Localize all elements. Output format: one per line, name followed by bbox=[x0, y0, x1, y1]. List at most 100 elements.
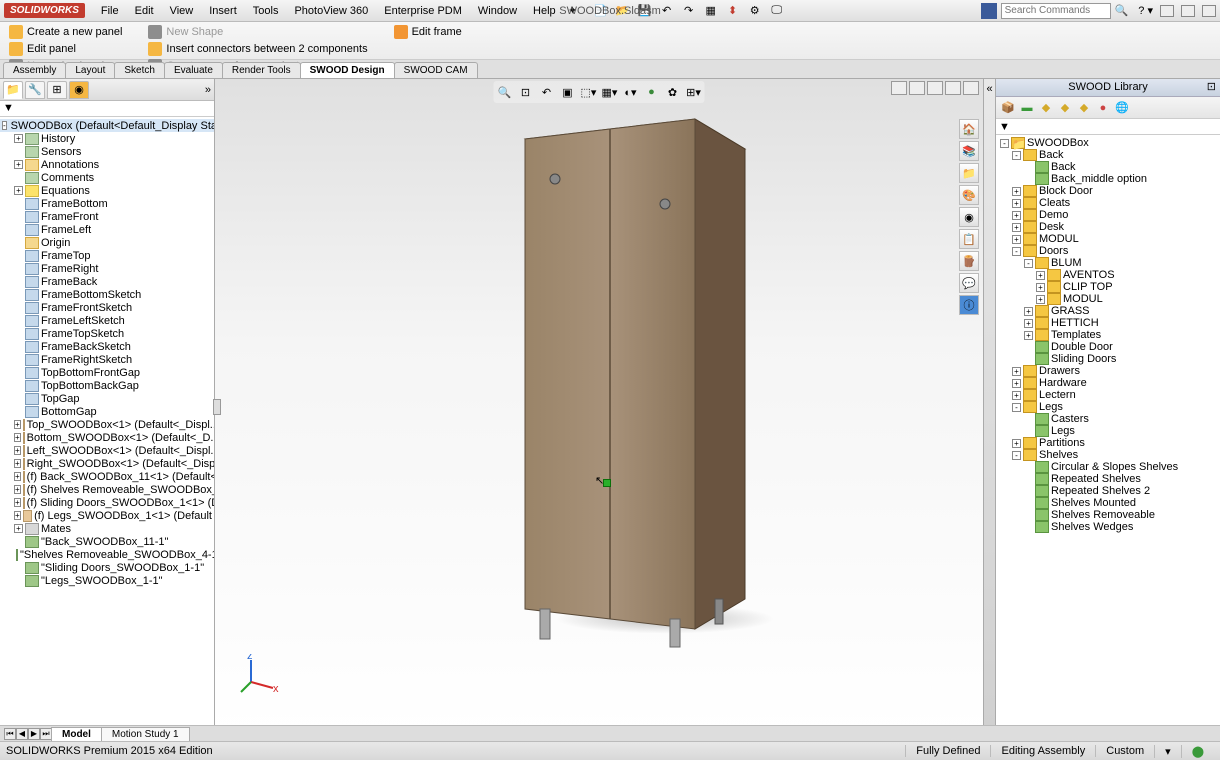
lib-swoodbox1-icon[interactable]: ◆ bbox=[1038, 100, 1054, 116]
cabinet-model[interactable] bbox=[495, 109, 765, 649]
expand-icon[interactable]: - bbox=[1012, 151, 1021, 160]
status-flag-icon[interactable]: ▾ bbox=[1154, 745, 1181, 758]
expand-icon[interactable]: - bbox=[1012, 451, 1021, 460]
tree-node[interactable]: +(f) Back_SWOODBox_11<1> (Default< bbox=[0, 470, 214, 483]
bottom-tab-motion-study-1[interactable]: Motion Study 1 bbox=[101, 727, 190, 742]
library-node[interactable]: -Shelves bbox=[996, 449, 1220, 461]
tree-node[interactable]: +History bbox=[0, 132, 214, 145]
tree-node[interactable]: "Back_SWOODBox_11-1" bbox=[0, 535, 214, 548]
swood-pane-icon[interactable]: 🪵 bbox=[959, 251, 979, 271]
library-node[interactable]: +Desk bbox=[996, 221, 1220, 233]
file-explorer-icon[interactable]: 📁 bbox=[959, 163, 979, 183]
expand-icon[interactable]: + bbox=[1012, 379, 1021, 388]
tree-node[interactable]: +Top_SWOODBox<1> (Default<_Displ... bbox=[0, 418, 214, 431]
tree-node[interactable]: "Shelves Removeable_SWOODBox_4-1" bbox=[0, 548, 214, 561]
view-settings-icon[interactable]: ⊞▾ bbox=[685, 83, 703, 101]
extra-pane-icon[interactable]: ⓘ bbox=[959, 295, 979, 315]
library-node[interactable]: +Templates bbox=[996, 329, 1220, 341]
cmd-edit-panel[interactable]: Edit panel bbox=[6, 41, 125, 57]
library-node[interactable]: +Lectern bbox=[996, 389, 1220, 401]
prev-view-icon[interactable]: ↶ bbox=[538, 83, 556, 101]
menu-file[interactable]: File bbox=[93, 3, 127, 19]
scene-icon[interactable]: ✿ bbox=[664, 83, 682, 101]
expand-icon[interactable]: + bbox=[1024, 307, 1033, 316]
view-triad[interactable]: z x bbox=[239, 654, 279, 694]
lib-swoodbox3-icon[interactable]: ◆ bbox=[1076, 100, 1092, 116]
tree-root-node[interactable]: - SWOODBox (Default<Default_Display Stat… bbox=[0, 119, 214, 132]
expand-icon[interactable]: - bbox=[1012, 403, 1021, 412]
expand-icon[interactable]: + bbox=[1012, 199, 1021, 208]
library-collapse-handle[interactable]: « bbox=[983, 79, 995, 734]
tree-node[interactable]: FrameRightSketch bbox=[0, 353, 214, 366]
status-rebuild-icon[interactable]: ⬤ bbox=[1181, 745, 1214, 758]
tree-node[interactable]: FrameLeft bbox=[0, 223, 214, 236]
tree-node[interactable]: +(f) Shelves Removeable_SWOODBox_4<1> (D… bbox=[0, 483, 214, 496]
expand-icon[interactable]: + bbox=[1012, 367, 1021, 376]
expand-icon[interactable]: + bbox=[1036, 271, 1045, 280]
display-manager-tab-icon[interactable]: ◉ bbox=[69, 81, 89, 99]
tree-node[interactable]: FrameRight bbox=[0, 262, 214, 275]
expand-icon[interactable]: + bbox=[1012, 235, 1021, 244]
lib-swoodbox2-icon[interactable]: ◆ bbox=[1057, 100, 1073, 116]
expand-icon[interactable]: + bbox=[1012, 391, 1021, 400]
library-node[interactable]: +HETTICH bbox=[996, 317, 1220, 329]
tree-node[interactable]: +(f) Sliding Doors_SWOODBox_1<1> (Defaul… bbox=[0, 496, 214, 509]
library-node[interactable]: Back_middle option bbox=[996, 173, 1220, 185]
tree-node[interactable]: +Mates bbox=[0, 522, 214, 535]
tree-node[interactable]: TopBottomBackGap bbox=[0, 379, 214, 392]
undo-icon[interactable]: ↷ bbox=[680, 2, 698, 20]
menu-view[interactable]: View bbox=[162, 3, 202, 19]
tab-swood-design[interactable]: SWOOD Design bbox=[300, 62, 395, 78]
expand-icon[interactable]: + bbox=[1012, 211, 1021, 220]
zoom-fit-icon[interactable]: 🔍 bbox=[496, 83, 514, 101]
library-node[interactable]: Double Door bbox=[996, 341, 1220, 353]
appearance-icon[interactable]: ● bbox=[643, 83, 661, 101]
assembly-origin-marker[interactable] bbox=[603, 479, 611, 487]
menu-tools[interactable]: Tools bbox=[245, 3, 287, 19]
expand-icon[interactable]: + bbox=[14, 160, 23, 169]
library-node[interactable]: -Back bbox=[996, 149, 1220, 161]
library-node[interactable]: Casters bbox=[996, 413, 1220, 425]
tab-nav-first[interactable]: ⏮ bbox=[4, 728, 16, 740]
panel-splitter[interactable] bbox=[213, 399, 221, 415]
menu-enterprise-pdm[interactable]: Enterprise PDM bbox=[376, 3, 470, 19]
cmd-insert-connectors-between-2-components[interactable]: Insert connectors between 2 components bbox=[145, 41, 370, 57]
expand-icon[interactable]: + bbox=[14, 524, 23, 533]
status-units[interactable]: Custom bbox=[1095, 745, 1154, 757]
tab-nav-prev[interactable]: ◀ bbox=[16, 728, 28, 740]
tree-node[interactable]: +Bottom_SWOODBox<1> (Default<_D... bbox=[0, 431, 214, 444]
library-node[interactable]: +Block Door bbox=[996, 185, 1220, 197]
expand-icon[interactable]: + bbox=[14, 134, 23, 143]
view-orient-icon[interactable]: ⬚▾ bbox=[580, 83, 598, 101]
library-node[interactable]: +Demo bbox=[996, 209, 1220, 221]
library-node[interactable]: Circular & Slopes Shelves bbox=[996, 461, 1220, 473]
tree-node[interactable]: +Right_SWOODBox<1> (Default<_Disp... bbox=[0, 457, 214, 470]
tab-layout[interactable]: Layout bbox=[65, 62, 115, 78]
tree-node[interactable]: +Equations bbox=[0, 184, 214, 197]
menu-help[interactable]: Help bbox=[525, 3, 564, 19]
expand-icon[interactable]: + bbox=[14, 446, 21, 455]
lib-box-icon[interactable]: 📦 bbox=[1000, 100, 1016, 116]
tree-node[interactable]: "Sliding Doors_SWOODBox_1-1" bbox=[0, 561, 214, 574]
expand-icon[interactable]: + bbox=[1036, 295, 1045, 304]
library-node[interactable]: Repeated Shelves 2 bbox=[996, 485, 1220, 497]
screen-icon[interactable]: 🖵 bbox=[768, 2, 786, 20]
library-node[interactable]: Back bbox=[996, 161, 1220, 173]
canvas-min-icon[interactable] bbox=[927, 81, 943, 95]
display-style-icon[interactable]: ▦▾ bbox=[601, 83, 619, 101]
configuration-tab-icon[interactable]: ⊞ bbox=[47, 81, 67, 99]
swres-icon[interactable]: 🏠 bbox=[959, 119, 979, 139]
search-go-icon[interactable]: 🔍 bbox=[1115, 4, 1129, 17]
expand-icon[interactable]: + bbox=[1012, 439, 1021, 448]
tab-swood-cam[interactable]: SWOOD CAM bbox=[394, 62, 478, 78]
design-lib-icon[interactable]: 📚 bbox=[959, 141, 979, 161]
expand-icon[interactable]: + bbox=[14, 433, 21, 442]
lib-panel-icon[interactable]: ▬ bbox=[1019, 100, 1035, 116]
lib-globe-icon[interactable]: 🌐 bbox=[1114, 100, 1130, 116]
menu-insert[interactable]: Insert bbox=[201, 3, 245, 19]
expand-panel-icon[interactable]: » bbox=[205, 84, 211, 96]
tree-node[interactable]: FrameBack bbox=[0, 275, 214, 288]
expand-icon[interactable]: + bbox=[1024, 331, 1033, 340]
tree-node[interactable]: FrameFrontSketch bbox=[0, 301, 214, 314]
tree-node[interactable]: FrameFront bbox=[0, 210, 214, 223]
